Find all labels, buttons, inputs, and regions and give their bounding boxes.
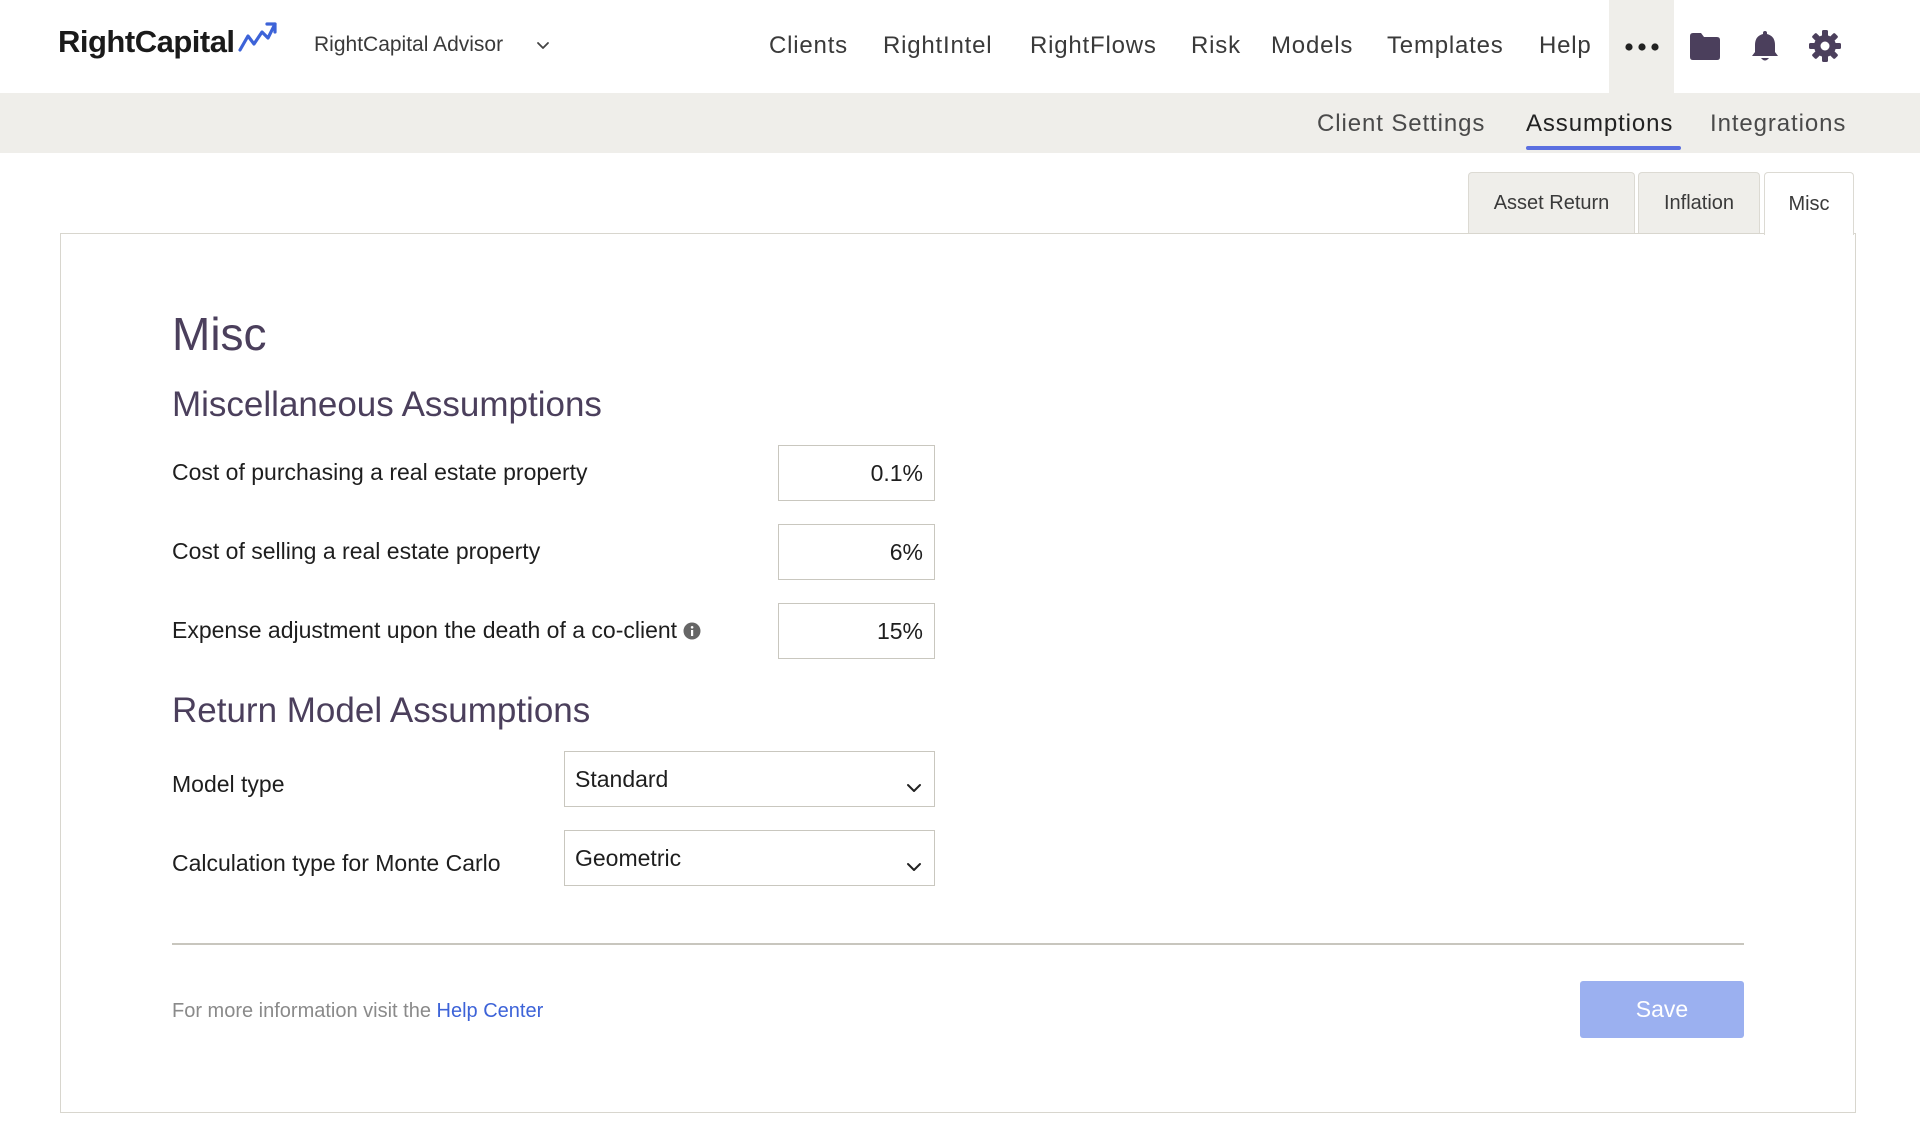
field-label-expense-adjustment: Expense adjustment upon the death of a c…: [172, 617, 701, 644]
field-label-selling-cost: Cost of selling a real estate property: [172, 538, 541, 564]
nav-templates[interactable]: Templates: [1387, 32, 1504, 60]
expense-adjustment-input[interactable]: [778, 603, 935, 659]
tab-label: Asset Return: [1493, 192, 1610, 214]
bell-icon[interactable]: [1745, 26, 1785, 66]
nav-rightflows[interactable]: RightFlows: [1030, 32, 1157, 60]
tab-label: Inflation: [1663, 192, 1735, 214]
tab-assumptions[interactable]: Assumptions: [1526, 110, 1673, 138]
footer-help-text: For more information visit the Help Cent…: [172, 1000, 543, 1023]
calculation-type-select[interactable]: Geometric: [564, 830, 935, 886]
more-button[interactable]: [1609, 0, 1674, 93]
nav-models[interactable]: Models: [1271, 32, 1353, 60]
logo-wordmark: RightCapital: [58, 24, 235, 59]
tab-label: Misc: [1788, 192, 1830, 215]
purchase-cost-input[interactable]: [778, 445, 935, 501]
model-type-value: Standard: [575, 765, 669, 792]
tab-client-settings[interactable]: Client Settings: [1317, 110, 1485, 138]
calculation-type-value: Geometric: [575, 844, 682, 871]
nav-risk[interactable]: Risk: [1191, 32, 1241, 60]
firm-selector[interactable]: RightCapital Advisor: [314, 33, 503, 57]
top-navigation-bar: RightCapital RightCapital Advisor Client…: [0, 0, 1920, 93]
settings-subnav: Client Settings Assumptions Integrations: [0, 93, 1920, 153]
info-icon[interactable]: [683, 622, 701, 640]
nav-help[interactable]: Help: [1539, 32, 1592, 60]
chevron-down-icon: [906, 772, 922, 799]
folder-icon[interactable]: [1685, 26, 1725, 66]
field-label-purchase-cost: Cost of purchasing a real estate propert…: [172, 459, 588, 485]
section-heading-misc: Miscellaneous Assumptions: [172, 385, 602, 424]
logo-arrow-icon: [237, 20, 278, 59]
nav-clients[interactable]: Clients: [769, 32, 848, 60]
tab-integrations[interactable]: Integrations: [1710, 110, 1846, 138]
page-title: Misc: [172, 308, 267, 360]
footer-help-prefix: For more information visit the: [172, 1000, 437, 1022]
tab-inflation[interactable]: Inflation: [1638, 172, 1760, 234]
gear-icon[interactable]: [1805, 26, 1845, 66]
chevron-down-icon: [906, 851, 922, 878]
help-center-link[interactable]: Help Center: [437, 1000, 544, 1022]
field-label-calculation-type: Calculation type for Monte Carlo: [172, 850, 501, 876]
model-type-select[interactable]: Standard: [564, 751, 935, 807]
rightcapital-logo[interactable]: RightCapital: [58, 20, 278, 62]
more-icon: [1624, 38, 1659, 56]
tab-misc[interactable]: Misc: [1764, 172, 1854, 235]
section-heading-return-model: Return Model Assumptions: [172, 691, 591, 730]
selling-cost-input[interactable]: [778, 524, 935, 580]
expense-adjustment-label-text: Expense adjustment upon the death of a c…: [172, 617, 678, 643]
field-label-model-type: Model type: [172, 771, 285, 797]
save-button[interactable]: Save: [1580, 981, 1744, 1038]
tab-asset-return[interactable]: Asset Return: [1468, 172, 1635, 234]
chevron-down-icon[interactable]: [536, 38, 550, 56]
nav-rightintel[interactable]: RightIntel: [883, 32, 992, 60]
active-tab-indicator: [1526, 146, 1681, 150]
divider: [172, 943, 1744, 945]
